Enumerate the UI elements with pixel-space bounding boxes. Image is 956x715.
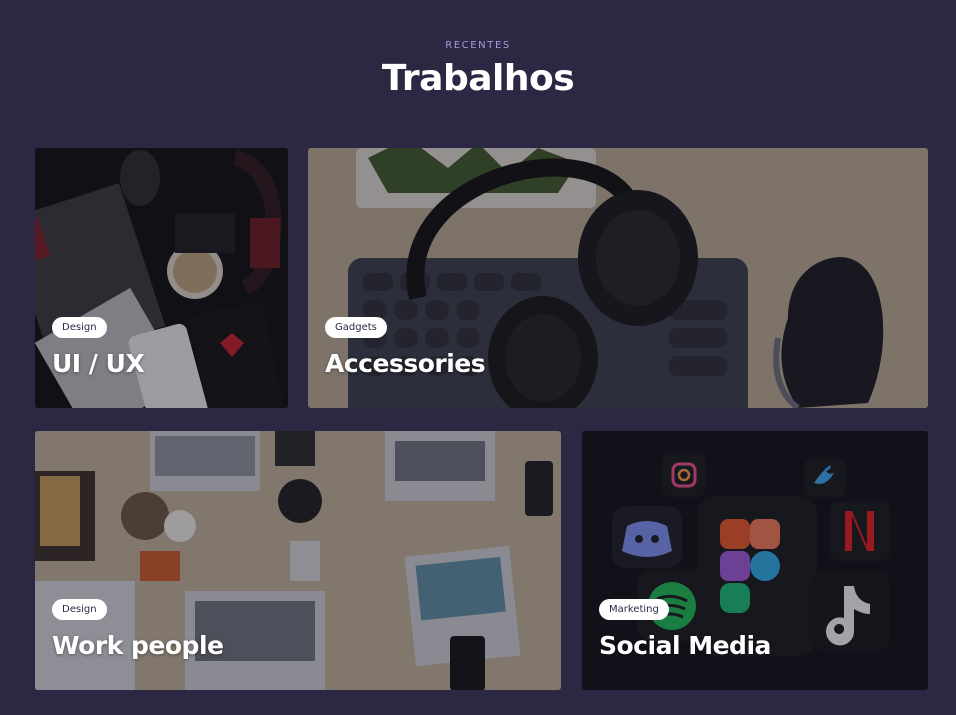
- card-tag[interactable]: Marketing: [599, 599, 669, 620]
- card-tag[interactable]: Design: [52, 599, 107, 620]
- section-title: Trabalhos: [381, 58, 575, 99]
- card-title[interactable]: Accessories: [325, 349, 486, 378]
- section-eyebrow: RECENTES: [445, 40, 511, 51]
- card-title[interactable]: UI / UX: [52, 349, 145, 378]
- card-tag[interactable]: Design: [52, 317, 107, 338]
- project-card-social-media[interactable]: Marketing Social Media: [582, 431, 928, 690]
- card-title[interactable]: Work people: [52, 631, 224, 660]
- card-tag[interactable]: Gadgets: [325, 317, 387, 338]
- project-card-accessories[interactable]: Gadgets Accessories: [308, 148, 928, 408]
- project-card-work-people[interactable]: Design Work people: [35, 431, 561, 690]
- card-title[interactable]: Social Media: [599, 631, 771, 660]
- project-card-ui-ux[interactable]: Design UI / UX: [35, 148, 288, 408]
